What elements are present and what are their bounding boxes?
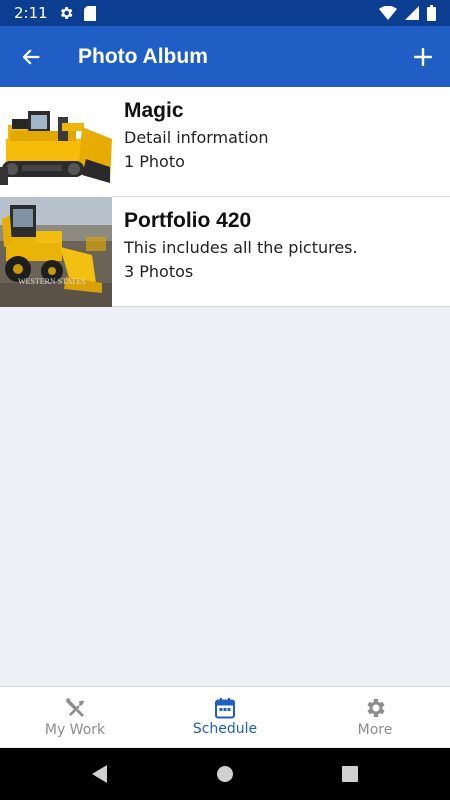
album-item-portfolio-420[interactable]: WESTERN STATES Portfolio 420 This includ… [0, 197, 450, 307]
system-recents-button[interactable] [288, 748, 413, 800]
nav-label: Schedule [192, 721, 258, 737]
app-bar: Photo Album [0, 26, 450, 87]
gear-icon [60, 7, 73, 19]
arrow-left-icon [22, 49, 40, 64]
album-photo-count: 1 Photo [124, 152, 185, 171]
status-time: 2:11 [14, 4, 48, 22]
plus-icon [414, 47, 432, 66]
signal-icon [405, 6, 419, 20]
system-nav-bar [0, 748, 450, 800]
watermark-text: WESTERN STATES [18, 277, 86, 286]
album-thumbnail: WESTERN STATES [0, 197, 112, 307]
nav-item-my-work[interactable]: My Work [0, 687, 150, 747]
page-title: Photo Album [78, 44, 208, 68]
nav-label: More [357, 722, 393, 738]
battery-icon [427, 5, 436, 21]
album-item-magic[interactable]: Magic Detail information 1 Photo [0, 87, 450, 197]
album-description: This includes all the pictures. [124, 238, 358, 257]
nav-item-schedule[interactable]: Schedule [150, 687, 300, 747]
add-album-button[interactable] [396, 26, 450, 87]
album-title: Portfolio 420 [124, 209, 252, 232]
system-home-button[interactable] [163, 748, 288, 800]
triangle-back-icon [92, 765, 107, 783]
nav-label: My Work [44, 722, 106, 738]
wifi-icon [379, 6, 397, 20]
gear-icon [367, 699, 385, 717]
system-back-button[interactable] [38, 748, 163, 800]
album-photo-count: 3 Photos [124, 262, 194, 281]
circle-home-icon [217, 766, 233, 782]
album-thumbnail [0, 87, 112, 197]
tools-icon [66, 698, 85, 717]
album-list: Magic Detail information 1 Photo WESTERN… [0, 87, 450, 307]
status-bar: 2:11 [0, 0, 450, 26]
album-description: Detail information [124, 128, 269, 147]
back-button[interactable] [0, 26, 62, 87]
sd-card-icon [83, 5, 96, 21]
square-recents-icon [342, 766, 358, 782]
album-info: Portfolio 420 This includes all the pict… [112, 197, 358, 306]
nav-item-more[interactable]: More [300, 687, 450, 747]
calendar-icon [215, 698, 235, 719]
album-title: Magic [124, 99, 184, 122]
bottom-nav: My Work Schedule More [0, 686, 450, 747]
album-info: Magic Detail information 1 Photo [112, 87, 269, 196]
